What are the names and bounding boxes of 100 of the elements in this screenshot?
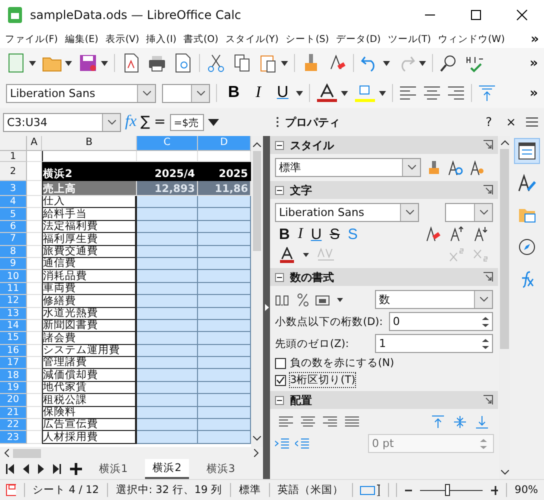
chevron-down-icon[interactable] [500, 470, 508, 475]
name-box[interactable]: C3:U34 [3, 112, 121, 132]
toolbar-overflow[interactable]: » [530, 86, 538, 100]
checkbox[interactable] [275, 374, 286, 386]
chevron-up-icon[interactable] [500, 140, 508, 145]
new-style-icon[interactable] [469, 160, 485, 176]
selection-mode-icon[interactable] [360, 484, 380, 496]
expand-triangle-icon[interactable] [208, 118, 219, 126]
section-header[interactable]: 数の書式 [270, 268, 498, 286]
format-button[interactable]: I [250, 84, 266, 102]
menu-item[interactable]: 書式(O) [183, 32, 218, 46]
font-name-field[interactable]: Liberation Sans [275, 203, 419, 222]
increase-indent-icon[interactable] [275, 438, 289, 450]
align-icon[interactable] [399, 85, 418, 101]
sheet-tab[interactable]: 横浜3 [198, 460, 244, 478]
menu-item[interactable]: データ(D) [336, 32, 381, 46]
align-middle-icon[interactable] [453, 415, 467, 429]
checkbox-option[interactable]: 負の数を赤にする(N) [275, 356, 493, 370]
paintbrush-icon[interactable] [427, 160, 441, 176]
collapse-icon[interactable] [275, 396, 284, 404]
menu-item[interactable]: ツール(T) [388, 32, 431, 46]
style-field[interactable]: 標準 [275, 158, 421, 177]
checkbox-option[interactable]: 3桁区切り(T) [275, 373, 493, 387]
chevron-down-icon[interactable] [253, 436, 261, 441]
row-header[interactable]: 1 [0, 151, 27, 162]
maximize-icon[interactable] [470, 9, 482, 21]
caret-icon[interactable] [379, 90, 386, 96]
chevron-right-icon[interactable] [254, 449, 259, 457]
formula-input[interactable]: =$売 [170, 114, 204, 130]
formula-button[interactable]: ∑ [140, 114, 150, 130]
menu-item[interactable]: スタイル(Y) [225, 32, 279, 46]
section-header[interactable]: 配置 [270, 391, 498, 409]
align-icon[interactable] [323, 416, 337, 428]
format-button[interactable]: U [272, 84, 294, 102]
scroll-thumb[interactable] [253, 151, 261, 251]
more-options-icon[interactable] [483, 140, 493, 150]
chevron-left-icon[interactable] [4, 449, 9, 457]
format-button[interactable]: S [330, 226, 340, 242]
decimal-format-icon[interactable] [275, 292, 291, 306]
align-icon[interactable] [423, 85, 442, 101]
format-button[interactable]: I [298, 226, 303, 242]
drag-handle-icon[interactable] [276, 116, 279, 128]
next-sheet-icon[interactable] [38, 464, 44, 474]
copy-icon[interactable] [232, 53, 252, 73]
spin-field[interactable]: 1 [375, 334, 493, 353]
more-options-icon[interactable] [483, 395, 493, 405]
previous-sheet-icon[interactable] [23, 464, 29, 474]
format-button[interactable]: B [223, 84, 245, 102]
menu-item[interactable]: 挿入(I) [146, 32, 176, 46]
menu-icon[interactable] [526, 117, 538, 127]
update-style-icon[interactable] [447, 160, 463, 176]
sheet-tab[interactable]: 横浜2 [144, 459, 190, 479]
caret-icon[interactable] [101, 60, 108, 66]
chevron-up-icon[interactable] [253, 142, 261, 147]
checkbox[interactable] [275, 358, 286, 368]
scroll-thumb[interactable] [13, 448, 41, 458]
collapse-icon[interactable] [275, 186, 284, 194]
caret-icon[interactable] [281, 60, 288, 66]
sheet-tab[interactable]: 横浜1 [91, 460, 136, 478]
spin-field[interactable]: 0 [388, 312, 493, 331]
sidebar-tab[interactable] [514, 138, 540, 164]
more-options-icon[interactable] [483, 272, 493, 282]
font-color-icon[interactable] [316, 83, 338, 103]
decrease-indent-icon[interactable] [295, 438, 309, 450]
toolbar-overflow[interactable]: » [530, 56, 538, 70]
menu-item[interactable]: シート(S) [286, 32, 330, 46]
number-category-field[interactable]: 数 [375, 290, 493, 309]
caret-icon[interactable] [29, 60, 36, 66]
caret-icon[interactable] [296, 90, 304, 96]
format-button[interactable]: B [279, 226, 290, 242]
align-top-icon[interactable] [478, 84, 496, 102]
first-sheet-icon[interactable] [6, 464, 14, 474]
format-button[interactable]: U [310, 226, 322, 242]
scroll-thumb[interactable] [500, 149, 509, 349]
row-header[interactable]: 2 [0, 162, 27, 181]
caret-icon[interactable] [65, 60, 72, 66]
section-header[interactable]: スタイル [270, 136, 498, 154]
menu-item[interactable]: ウィンドウ(W) [438, 32, 505, 46]
caret-icon[interactable] [341, 90, 348, 96]
currency-icon[interactable] [315, 292, 331, 306]
font-name-field[interactable]: Liberation Sans [6, 84, 156, 102]
close-icon[interactable] [516, 9, 528, 21]
column-header[interactable]: B [42, 136, 137, 151]
align-icon[interactable] [279, 416, 293, 428]
align-bottom-icon[interactable] [475, 415, 489, 429]
shrink-font-icon[interactable] [473, 226, 489, 242]
caret-icon[interactable] [303, 253, 309, 257]
more-options-icon[interactable] [483, 185, 493, 195]
zoom-level[interactable]: 90% [514, 484, 538, 496]
align-top-icon[interactable] [431, 415, 445, 429]
menu-item[interactable]: 編集(E) [64, 32, 98, 46]
zoom-in-icon[interactable] [490, 486, 498, 494]
last-sheet-icon[interactable] [53, 464, 61, 474]
caret-icon[interactable] [383, 60, 390, 66]
menu-overflow[interactable]: » [530, 32, 539, 46]
collapse-icon[interactable] [275, 272, 284, 282]
align-icon[interactable] [301, 416, 315, 428]
add-sheet-icon[interactable] [70, 463, 82, 475]
grow-font-icon[interactable] [449, 226, 465, 242]
column-header[interactable]: A [27, 136, 42, 151]
